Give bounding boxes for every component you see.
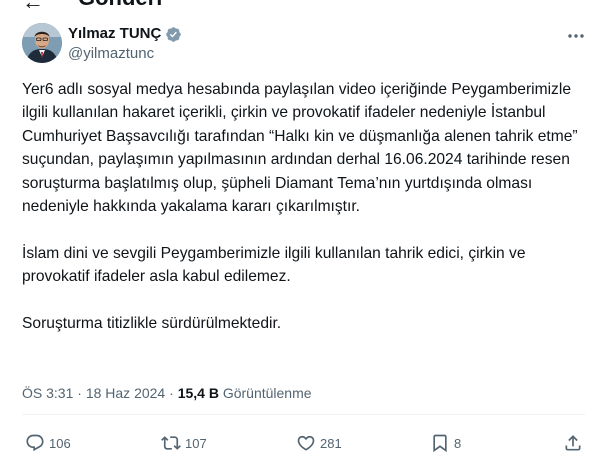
action-bar: 106 107 281 8 — [0, 430, 607, 456]
retweet-button[interactable]: 107 — [161, 430, 207, 456]
tweet-date[interactable]: 18 Haz 2024 — [86, 385, 165, 401]
bookmark-button[interactable]: 8 — [430, 430, 461, 456]
tweet-paragraph: İslam dini ve sevgili Peygamberimizle il… — [22, 244, 526, 286]
share-button[interactable] — [563, 430, 583, 456]
divider — [22, 414, 585, 415]
avatar[interactable] — [22, 23, 62, 63]
tweet-paragraph: Soruşturma titizlikle sürdürülmektedir. — [22, 315, 282, 333]
more-options-icon[interactable] — [566, 30, 586, 42]
like-count: 281 — [320, 435, 342, 451]
tweet-metadata: ÖS 3:31 · 18 Haz 2024 · 15,4 B Görüntüle… — [22, 384, 312, 402]
views-count: 15,4 B — [177, 385, 219, 401]
top-bar: ← Gönderi — [0, 0, 607, 14]
page-title: Gönderi — [78, 0, 162, 10]
views-label: Görüntülenme — [222, 385, 312, 401]
share-icon — [565, 435, 581, 451]
tweet-paragraph: Yer6 adlı sosyal medya hesabında paylaşı… — [22, 81, 578, 216]
verified-badge-icon — [166, 27, 181, 42]
author-handle[interactable]: @yilmaztunc — [68, 45, 154, 63]
arrow-left-icon[interactable]: ← — [22, 0, 44, 13]
meta-separator: · — [77, 385, 82, 401]
heart-icon — [297, 435, 315, 451]
author-display-name[interactable]: Yılmaz TUNÇ — [68, 25, 161, 43]
meta-separator: · — [169, 385, 174, 401]
reply-button[interactable]: 106 — [25, 430, 71, 456]
like-button[interactable]: 281 — [296, 430, 342, 456]
reply-icon — [26, 434, 44, 452]
bookmark-count: 8 — [454, 435, 462, 451]
retweet-count: 107 — [185, 435, 207, 451]
tweet-text: Yer6 adlı sosyal medya hesabında paylaşı… — [22, 78, 592, 335]
bookmark-icon — [433, 434, 447, 453]
reply-count: 106 — [49, 435, 71, 451]
tweet-time[interactable]: ÖS 3:31 — [22, 385, 73, 401]
retweet-icon — [161, 436, 181, 450]
